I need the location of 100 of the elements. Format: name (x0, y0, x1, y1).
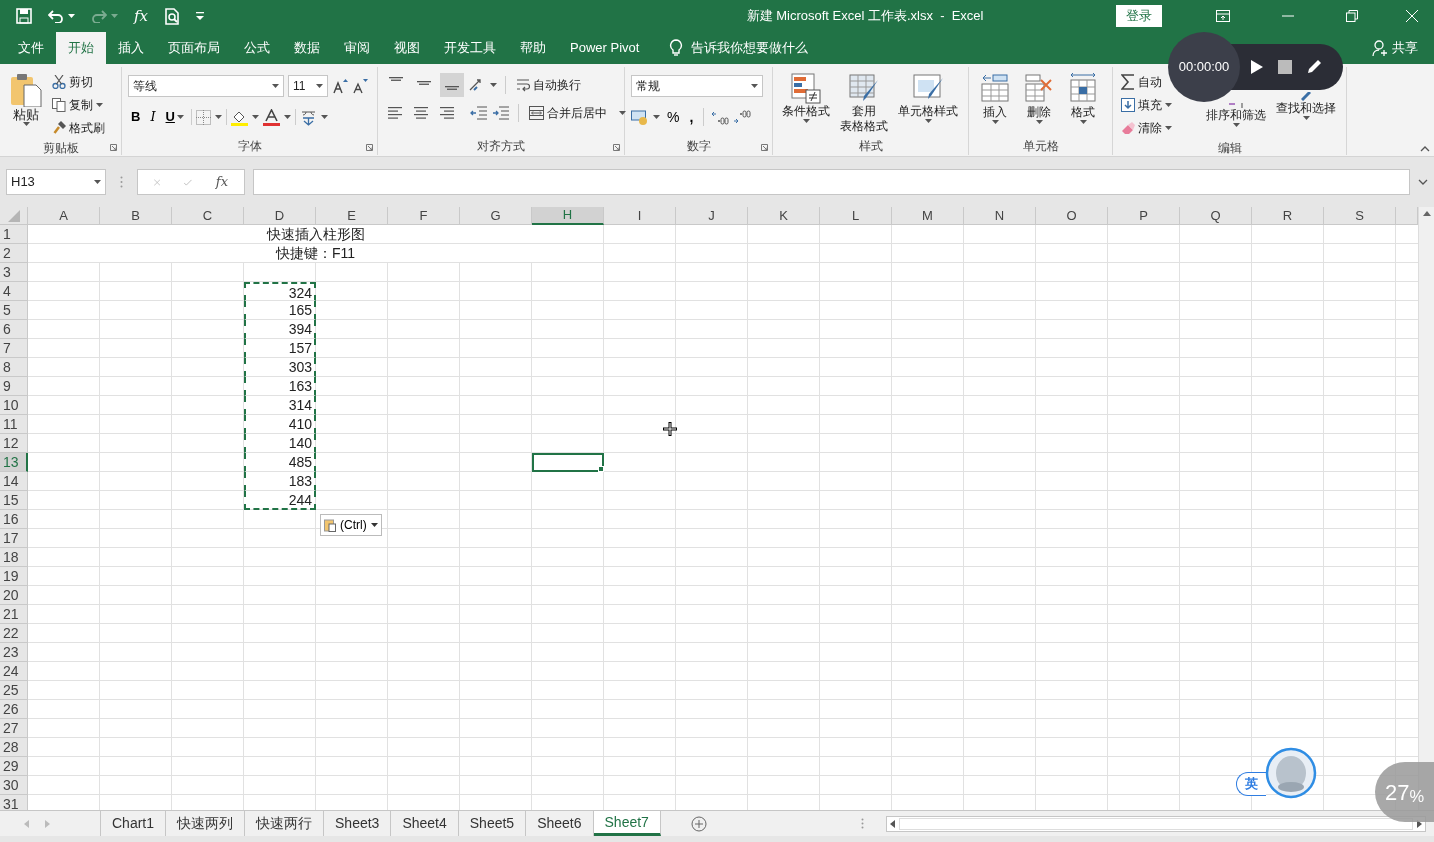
phonetic-guide-icon[interactable] (299, 108, 317, 126)
column-header[interactable]: K (748, 207, 820, 225)
copy-button[interactable]: 复制 (50, 93, 107, 116)
row-header[interactable]: 8 (0, 358, 28, 377)
column-header[interactable]: A (28, 207, 100, 225)
comma-button[interactable]: , (686, 105, 697, 129)
ribbon-tab[interactable]: 公式 (232, 32, 282, 64)
paste-options-button[interactable]: (Ctrl) (320, 514, 382, 536)
row-header[interactable]: 28 (0, 738, 28, 757)
row-header[interactable]: 3 (0, 263, 28, 282)
increase-decimal-icon[interactable] (711, 109, 730, 125)
column-header[interactable]: O (1036, 207, 1108, 225)
row-header[interactable]: 27 (0, 719, 28, 738)
column-header[interactable]: E (316, 207, 388, 225)
ribbon-tab[interactable]: 开发工具 (432, 32, 508, 64)
row-header[interactable]: 12 (0, 434, 28, 453)
row-header[interactable]: 2 (0, 244, 28, 263)
share-button[interactable]: 共享 (1392, 38, 1418, 58)
italic-button[interactable]: I (147, 105, 159, 129)
column-header[interactable]: Q (1180, 207, 1252, 225)
customize-caret-icon[interactable] (196, 12, 204, 20)
ribbon-tab[interactable]: 文件 (6, 32, 56, 64)
add-sheet-icon[interactable] (690, 815, 707, 832)
row-header[interactable]: 23 (0, 643, 28, 662)
row-header[interactable]: 6 (0, 320, 28, 339)
row-header[interactable]: 31 (0, 795, 28, 810)
mascot-avatar-icon[interactable] (1265, 747, 1317, 799)
column-header[interactable]: F (388, 207, 460, 225)
vertical-align-button[interactable] (440, 73, 464, 97)
pen-icon[interactable] (1306, 59, 1322, 75)
row-header[interactable]: 17 (0, 529, 28, 548)
number-format-field[interactable]: 常规 (631, 75, 763, 97)
font-name-field[interactable]: 等线 (128, 75, 284, 97)
decrease-font-size-icon[interactable] (352, 78, 368, 94)
column-header[interactable]: N (964, 207, 1036, 225)
increase-indent-icon[interactable] (492, 106, 510, 120)
format-cells-button[interactable]: 格式 (1063, 67, 1103, 137)
row-header[interactable]: 16 (0, 510, 28, 529)
ribbon-tab[interactable]: 开始 (56, 32, 106, 64)
restore-icon[interactable] (1346, 10, 1358, 22)
increase-font-size-icon[interactable] (332, 78, 348, 94)
decrease-indent-icon[interactable] (470, 106, 488, 120)
row-header[interactable]: 18 (0, 548, 28, 567)
ribbon-tab[interactable]: 插入 (106, 32, 156, 64)
formula-input[interactable] (253, 169, 1410, 195)
row-header[interactable]: 7 (0, 339, 28, 358)
ribbon-tab[interactable]: 视图 (382, 32, 432, 64)
cut-button[interactable]: 剪切 (50, 70, 107, 93)
currency-icon[interactable] (631, 109, 649, 125)
ribbon-tab[interactable]: 帮助 (508, 32, 558, 64)
row-header[interactable]: 19 (0, 567, 28, 586)
find-select-button[interactable]: 查找和选择 (1273, 92, 1339, 139)
format-painter-button[interactable]: 格式刷 (50, 116, 107, 139)
decrease-decimal-icon[interactable] (733, 109, 752, 125)
dialog-launcher-icon[interactable] (613, 144, 620, 151)
active-cell[interactable] (532, 453, 604, 472)
tell-me-field[interactable]: 告诉我你想要做什么 (691, 38, 809, 58)
ribbon-tab[interactable]: 审阅 (332, 32, 382, 64)
font-color-icon[interactable] (262, 108, 280, 126)
row-header[interactable]: 10 (0, 396, 28, 415)
column-header[interactable]: S (1324, 207, 1396, 225)
clear-button[interactable]: 清除 (1119, 116, 1174, 139)
column-header[interactable]: D (244, 207, 316, 225)
ribbon-tab[interactable]: Power Pivot (558, 32, 652, 64)
row-header[interactable]: 24 (0, 662, 28, 681)
insert-function-button[interactable]: fx (134, 4, 148, 28)
row-header[interactable]: 22 (0, 624, 28, 643)
close-icon[interactable] (1406, 10, 1418, 22)
ime-indicator[interactable]: 英 (1236, 772, 1266, 796)
column-header[interactable]: B (100, 207, 172, 225)
column-header[interactable]: I (604, 207, 676, 225)
column-header[interactable]: C (172, 207, 244, 225)
ribbon-tab[interactable]: 页面布局 (156, 32, 232, 64)
underline-button[interactable]: U (162, 105, 187, 129)
percent-button[interactable]: % (664, 105, 683, 129)
play-icon[interactable] (1250, 59, 1264, 75)
row-header[interactable]: 9 (0, 377, 28, 396)
format-as-table-button[interactable]: 套用 表格格式 (837, 67, 891, 137)
horizontal-scrollbar[interactable] (886, 816, 1426, 832)
sort-filter-button[interactable]: 排序和筛选 (1203, 103, 1269, 139)
collapse-ribbon-icon[interactable] (1420, 146, 1430, 152)
ribbon-display-icon[interactable] (1216, 10, 1230, 22)
sign-in-button[interactable]: 登录 (1116, 5, 1162, 27)
save-icon[interactable] (16, 8, 32, 24)
row-header[interactable]: 4 (0, 282, 28, 301)
paste-button[interactable]: 粘贴 (6, 67, 46, 139)
column-header[interactable]: P (1108, 207, 1180, 225)
wrap-text-button[interactable]: 自动换行 (514, 73, 583, 97)
dialog-launcher-icon[interactable] (366, 144, 373, 151)
row-header[interactable]: 20 (0, 586, 28, 605)
cell-styles-button[interactable]: 单元格样式 (895, 67, 961, 137)
row-header[interactable]: 14 (0, 472, 28, 491)
delete-cells-button[interactable]: 删除 (1019, 67, 1059, 137)
bold-button[interactable]: B (128, 105, 144, 129)
sheet-tab[interactable]: Sheet7 (593, 811, 661, 836)
autosum-button[interactable]: 自动 (1119, 70, 1164, 93)
column-header[interactable]: M (892, 207, 964, 225)
dialog-launcher-icon[interactable] (110, 144, 117, 151)
row-header[interactable]: 5 (0, 301, 28, 320)
font-size-field[interactable]: 11 (288, 75, 328, 97)
